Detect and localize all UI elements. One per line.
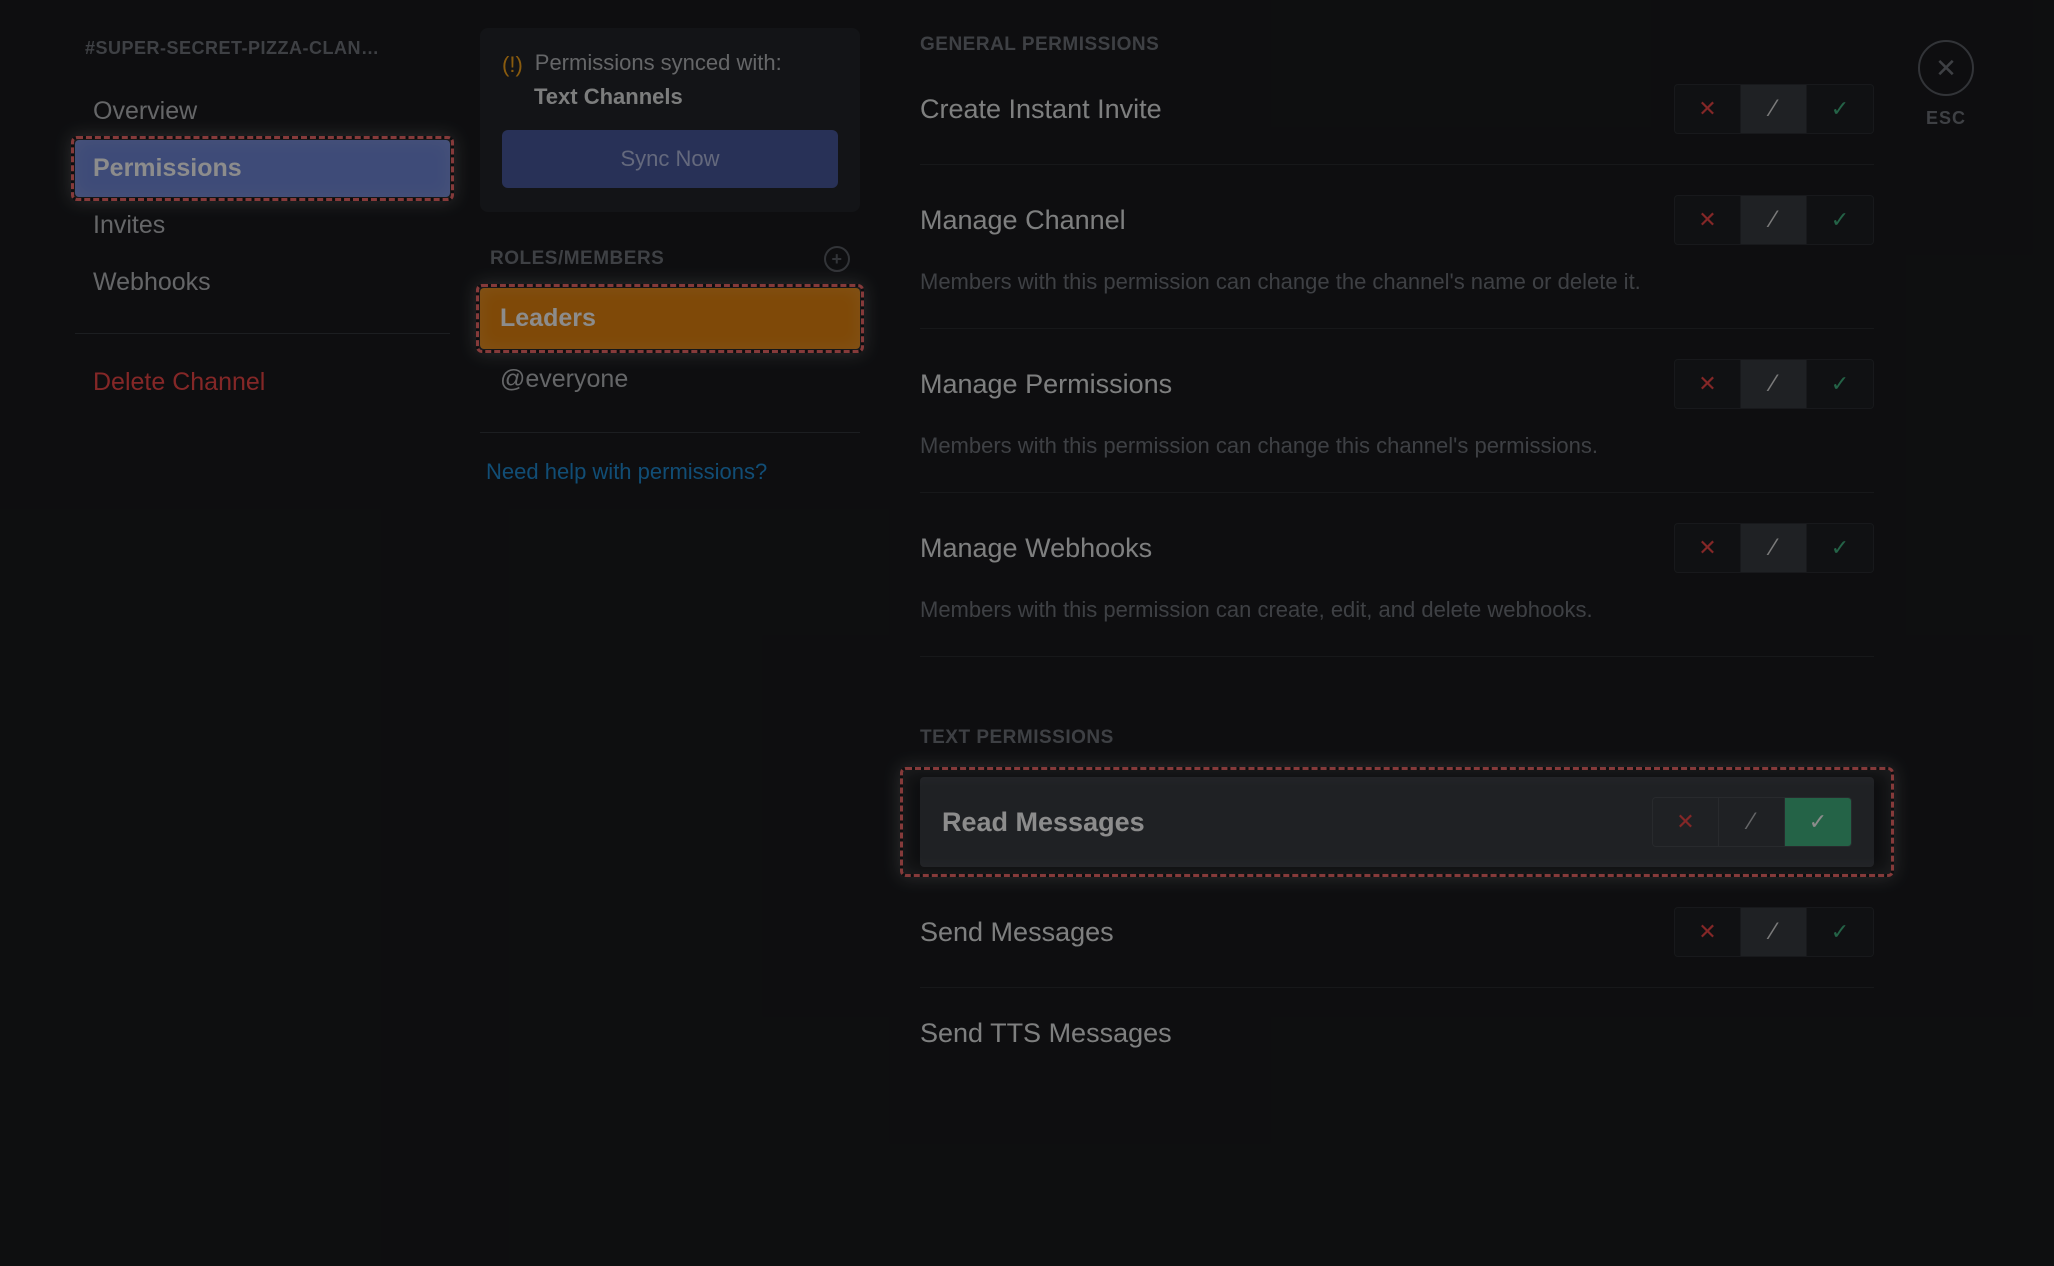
toggle-deny[interactable]: ✕ <box>1675 196 1741 244</box>
toggle-deny[interactable]: ✕ <box>1675 360 1741 408</box>
role-leaders-label: Leaders <box>500 304 596 332</box>
section-general-permissions: GENERAL PERMISSIONS <box>920 34 1874 56</box>
nav-overview[interactable]: Overview <box>75 83 450 140</box>
perm-label: Read Messages <box>942 807 1145 838</box>
nav-webhooks[interactable]: Webhooks <box>75 254 450 311</box>
toggle-deny[interactable]: ✕ <box>1653 798 1719 846</box>
toggle-allow[interactable]: ✓ <box>1807 196 1873 244</box>
slash-icon: ∕ <box>1771 95 1775 123</box>
help-permissions-link[interactable]: Need help with permissions? <box>480 459 860 485</box>
check-icon: ✓ <box>1831 535 1849 561</box>
toggle-neutral[interactable]: ∕ <box>1741 360 1807 408</box>
nav-permissions[interactable]: Permissions <box>75 140 450 197</box>
check-icon: ✓ <box>1809 809 1827 835</box>
perm-send-messages: Send Messages ✕ ∕ ✓ <box>920 907 1874 957</box>
toggle-group: ✕ ∕ ✓ <box>1674 195 1874 245</box>
toggle-allow[interactable]: ✓ <box>1807 908 1873 956</box>
nav-permissions-label: Permissions <box>93 154 242 182</box>
toggle-neutral[interactable]: ∕ <box>1741 908 1807 956</box>
x-icon: ✕ <box>1698 535 1716 561</box>
check-icon: ✓ <box>1831 207 1849 233</box>
toggle-neutral[interactable]: ∕ <box>1741 524 1807 572</box>
perm-manage-channel: Manage Channel ✕ ∕ ✓ <box>920 195 1874 245</box>
add-role-button[interactable]: + <box>824 246 850 272</box>
slash-icon: ∕ <box>1771 206 1775 234</box>
toggle-allow[interactable]: ✓ <box>1807 360 1873 408</box>
x-icon: ✕ <box>1676 809 1694 835</box>
toggle-neutral[interactable]: ∕ <box>1741 85 1807 133</box>
slash-icon: ∕ <box>1749 808 1753 836</box>
settings-sidebar: #SUPER-SECRET-PIZZA-CLAN… Overview Permi… <box>0 0 480 1266</box>
perm-label: Send TTS Messages <box>920 1018 1172 1049</box>
x-icon: ✕ <box>1698 207 1716 233</box>
slash-icon: ∕ <box>1771 918 1775 946</box>
nav-invites[interactable]: Invites <box>75 197 450 254</box>
roles-members-header: ROLES/MEMBERS <box>490 248 664 270</box>
toggle-neutral[interactable]: ∕ <box>1741 196 1807 244</box>
section-text-permissions: TEXT PERMISSIONS <box>920 727 1874 749</box>
toggle-group: ✕ ∕ ✓ <box>1674 84 1874 134</box>
check-icon: ✓ <box>1831 919 1849 945</box>
perm-label: Manage Webhooks <box>920 533 1152 564</box>
sync-category: Text Channels <box>502 84 838 110</box>
toggle-group: ✕ ∕ ✓ <box>1652 797 1852 847</box>
toggle-deny[interactable]: ✕ <box>1675 908 1741 956</box>
perm-separator <box>920 328 1874 329</box>
perm-send-tts-messages: Send TTS Messages <box>920 1018 1874 1049</box>
perm-label: Send Messages <box>920 917 1114 948</box>
x-icon: ✕ <box>1698 919 1716 945</box>
toggle-group: ✕ ∕ ✓ <box>1674 359 1874 409</box>
permissions-sync-box: (!) Permissions synced with: Text Channe… <box>480 28 860 212</box>
channel-name-header: #SUPER-SECRET-PIZZA-CLAN… <box>75 38 450 59</box>
perm-description: Members with this permission can change … <box>920 265 1874 298</box>
perm-label: Manage Channel <box>920 205 1126 236</box>
perm-read-messages: Read Messages ✕ ∕ ✓ <box>920 777 1874 867</box>
slash-icon: ∕ <box>1771 534 1775 562</box>
perm-label: Create Instant Invite <box>920 94 1162 125</box>
toggle-allow[interactable]: ✓ <box>1807 85 1873 133</box>
warning-icon: (!) <box>502 50 523 78</box>
toggle-group: ✕ ∕ ✓ <box>1674 907 1874 957</box>
slash-icon: ∕ <box>1771 370 1775 398</box>
perm-create-instant-invite: Create Instant Invite ✕ ∕ ✓ <box>920 84 1874 134</box>
close-icon: ✕ <box>1935 53 1957 84</box>
perm-separator <box>920 987 1874 988</box>
toggle-group: ✕ ∕ ✓ <box>1674 523 1874 573</box>
perm-separator <box>920 492 1874 493</box>
role-everyone[interactable]: @everyone <box>480 349 860 410</box>
check-icon: ✓ <box>1831 96 1849 122</box>
perm-manage-permissions: Manage Permissions ✕ ∕ ✓ <box>920 359 1874 409</box>
toggle-deny[interactable]: ✕ <box>1675 85 1741 133</box>
perm-separator <box>920 164 1874 165</box>
check-icon: ✓ <box>1831 371 1849 397</box>
toggle-deny[interactable]: ✕ <box>1675 524 1741 572</box>
x-icon: ✕ <box>1698 96 1716 122</box>
plus-icon: + <box>831 249 842 270</box>
perm-description: Members with this permission can create,… <box>920 593 1874 626</box>
delete-channel[interactable]: Delete Channel <box>75 356 450 409</box>
toggle-allow[interactable]: ✓ <box>1785 798 1851 846</box>
perm-label: Manage Permissions <box>920 369 1172 400</box>
roles-separator <box>480 432 860 433</box>
close-area: ✕ ESC <box>1918 40 1974 129</box>
sidebar-separator <box>75 333 450 334</box>
roles-column: (!) Permissions synced with: Text Channe… <box>480 0 910 1266</box>
perm-description: Members with this permission can change … <box>920 429 1874 462</box>
x-icon: ✕ <box>1698 371 1716 397</box>
perm-manage-webhooks: Manage Webhooks ✕ ∕ ✓ <box>920 523 1874 573</box>
close-label: ESC <box>1926 108 1966 129</box>
close-button[interactable]: ✕ <box>1918 40 1974 96</box>
toggle-neutral[interactable]: ∕ <box>1719 798 1785 846</box>
permissions-main: GENERAL PERMISSIONS Create Instant Invit… <box>910 0 2054 1266</box>
toggle-allow[interactable]: ✓ <box>1807 524 1873 572</box>
perm-separator <box>920 656 1874 657</box>
sync-text: Permissions synced with: <box>535 50 782 76</box>
sync-now-button[interactable]: Sync Now <box>502 130 838 188</box>
role-leaders[interactable]: Leaders <box>480 288 860 349</box>
